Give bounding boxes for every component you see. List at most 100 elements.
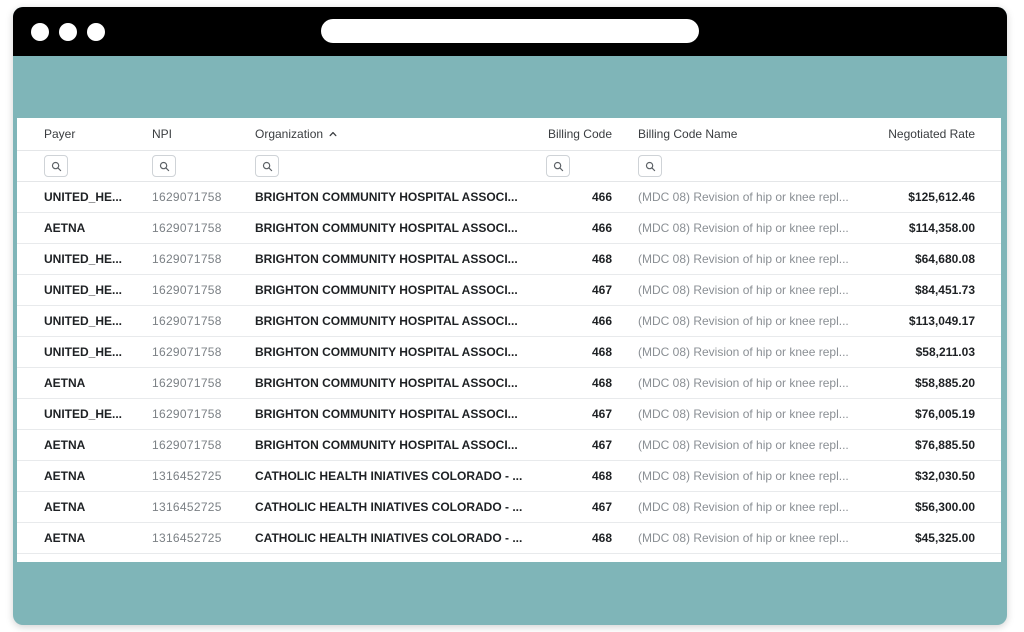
column-header-label: Billing Code (547, 127, 612, 141)
table-row[interactable]: UNITED_HE... 1629071758 BRIGHTON COMMUNI… (17, 337, 1001, 368)
table-row[interactable]: UNITED_HE... 1629071758 BRIGHTON COMMUNI… (17, 275, 1001, 306)
cell-npi: 1629071758 (152, 345, 222, 359)
cell-npi: 1316452725 (152, 469, 222, 483)
filter-button-payer[interactable] (44, 155, 68, 177)
cell-npi: 1629071758 (152, 314, 222, 328)
cell-payer: AETNA (44, 531, 86, 545)
cell-npi: 1629071758 (152, 283, 222, 297)
cell-negotiated-rate: $76,885.50 (914, 438, 975, 452)
table-row[interactable]: UNITED_HE... 1629071758 BRIGHTON COMMUNI… (17, 244, 1001, 275)
cell-billing-code: 466 (591, 314, 612, 328)
cell-billing-code-name: (MDC 08) Revision of hip or knee repl... (638, 438, 849, 452)
cell-npi: 1316452725 (152, 500, 222, 514)
cell-billing-code-name: (MDC 08) Revision of hip or knee repl... (638, 531, 849, 545)
window-titlebar (13, 7, 1007, 56)
column-header-label: Billing Code Name (638, 127, 738, 141)
cell-npi: 1629071758 (152, 252, 222, 266)
table-header: Payer NPI Organization Billing Code Bill… (17, 118, 1001, 151)
filter-button-billing-code[interactable] (546, 155, 570, 177)
cell-payer: AETNA (44, 438, 86, 452)
table-row[interactable]: AETNA 1629071758 BRIGHTON COMMUNITY HOSP… (17, 368, 1001, 399)
cell-payer: AETNA (44, 221, 86, 235)
cell-negotiated-rate: $64,680.08 (914, 252, 975, 266)
cell-npi: 1629071758 (152, 376, 222, 390)
cell-organization: CATHOLIC HEALTH INIATIVES COLORADO - ... (255, 531, 523, 545)
cell-payer: UNITED_HE... (44, 252, 123, 266)
window-control-minimize[interactable] (59, 23, 77, 41)
cell-billing-code-name: (MDC 08) Revision of hip or knee repl... (638, 345, 849, 359)
cell-organization: CATHOLIC HEALTH INIATIVES COLORADO - ... (255, 500, 523, 514)
filter-button-billing-code-name[interactable] (638, 155, 662, 177)
cell-organization: BRIGHTON COMMUNITY HOSPITAL ASSOCI... (255, 438, 518, 452)
search-icon (553, 161, 563, 171)
column-header-label: Negotiated Rate (888, 127, 975, 141)
cell-organization: BRIGHTON COMMUNITY HOSPITAL ASSOCI... (255, 190, 518, 204)
cell-billing-code: 466 (591, 190, 612, 204)
cell-negotiated-rate: $58,211.03 (915, 345, 975, 359)
rates-table: Payer NPI Organization Billing Code Bill… (17, 118, 1001, 562)
cell-negotiated-rate: $32,030.50 (914, 469, 975, 483)
cell-billing-code-name: (MDC 08) Revision of hip or knee repl... (638, 283, 849, 297)
cell-negotiated-rate: $56,300.00 (914, 500, 975, 514)
cell-billing-code: 468 (591, 376, 612, 390)
table-row[interactable]: AETNA 1316452725 CATHOLIC HEALTH INIATIV… (17, 523, 1001, 554)
cell-billing-code: 468 (591, 252, 612, 266)
filter-cell-billing-code-name (638, 151, 868, 181)
table-row[interactable]: AETNA 1316452725 CATHOLIC HEALTH INIATIV… (17, 492, 1001, 523)
cell-billing-code: 468 (591, 345, 612, 359)
cell-npi: 1629071758 (152, 221, 222, 235)
filter-cell-billing-code (546, 151, 574, 181)
column-header-organization[interactable]: Organization (255, 118, 535, 150)
table-row[interactable]: AETNA 1629071758 BRIGHTON COMMUNITY HOSP… (17, 213, 1001, 244)
filter-button-npi[interactable] (152, 155, 176, 177)
cell-billing-code: 467 (591, 438, 612, 452)
cell-payer: UNITED_HE... (44, 345, 123, 359)
cell-organization: BRIGHTON COMMUNITY HOSPITAL ASSOCI... (255, 314, 518, 328)
window-control-maximize[interactable] (87, 23, 105, 41)
cell-payer: AETNA (44, 376, 86, 390)
filter-cell-organization (255, 151, 535, 181)
cell-organization: BRIGHTON COMMUNITY HOSPITAL ASSOCI... (255, 252, 518, 266)
cell-organization: CATHOLIC HEALTH INIATIVES COLORADO - ... (255, 469, 523, 483)
search-icon (51, 161, 61, 171)
address-bar[interactable] (321, 19, 699, 43)
column-header-billing-code[interactable]: Billing Code (537, 118, 612, 150)
search-icon (262, 161, 272, 171)
cell-negotiated-rate: $76,005.19 (914, 407, 975, 421)
cell-billing-code-name: (MDC 08) Revision of hip or knee repl... (638, 407, 849, 421)
filter-cell-npi (152, 151, 244, 181)
cell-npi: 1316452725 (152, 531, 222, 545)
filter-row (17, 151, 1001, 182)
column-header-negotiated-rate[interactable]: Negotiated Rate (837, 118, 975, 150)
cell-organization: BRIGHTON COMMUNITY HOSPITAL ASSOCI... (255, 221, 518, 235)
cell-payer: AETNA (44, 500, 86, 514)
cell-billing-code-name: (MDC 08) Revision of hip or knee repl... (638, 500, 849, 514)
filter-button-organization[interactable] (255, 155, 279, 177)
cell-payer: UNITED_HE... (44, 190, 123, 204)
column-header-payer[interactable]: Payer (44, 118, 140, 150)
column-header-npi[interactable]: NPI (152, 118, 244, 150)
column-header-label: Organization (255, 127, 324, 141)
window-control-close[interactable] (31, 23, 49, 41)
cell-billing-code-name: (MDC 08) Revision of hip or knee repl... (638, 221, 849, 235)
search-icon (159, 161, 169, 171)
cell-billing-code-name: (MDC 08) Revision of hip or knee repl... (638, 190, 849, 204)
filter-cell-payer (44, 151, 140, 181)
cell-billing-code: 467 (591, 283, 612, 297)
cell-payer: UNITED_HE... (44, 314, 123, 328)
cell-negotiated-rate: $58,885.20 (914, 376, 975, 390)
column-header-label: NPI (152, 127, 173, 141)
column-header-billing-code-name[interactable]: Billing Code Name (638, 118, 868, 150)
table-row[interactable]: AETNA 1629071758 BRIGHTON COMMUNITY HOSP… (17, 430, 1001, 461)
chevron-up-icon[interactable] (329, 130, 337, 138)
table-row[interactable]: UNITED_HE... 1629071758 BRIGHTON COMMUNI… (17, 182, 1001, 213)
table-row[interactable]: UNITED_HE... 1629071758 BRIGHTON COMMUNI… (17, 399, 1001, 430)
cell-billing-code-name: (MDC 08) Revision of hip or knee repl... (638, 469, 849, 483)
column-header-label: Payer (44, 127, 76, 141)
cell-billing-code-name: (MDC 08) Revision of hip or knee repl... (638, 252, 849, 266)
table-row[interactable]: UNITED_HE... 1629071758 BRIGHTON COMMUNI… (17, 306, 1001, 337)
table-row[interactable]: AETNA 1316452725 CATHOLIC HEALTH INIATIV… (17, 461, 1001, 492)
cell-npi: 1629071758 (152, 438, 222, 452)
cell-billing-code-name: (MDC 08) Revision of hip or knee repl... (638, 376, 849, 390)
cell-organization: BRIGHTON COMMUNITY HOSPITAL ASSOCI... (255, 345, 518, 359)
